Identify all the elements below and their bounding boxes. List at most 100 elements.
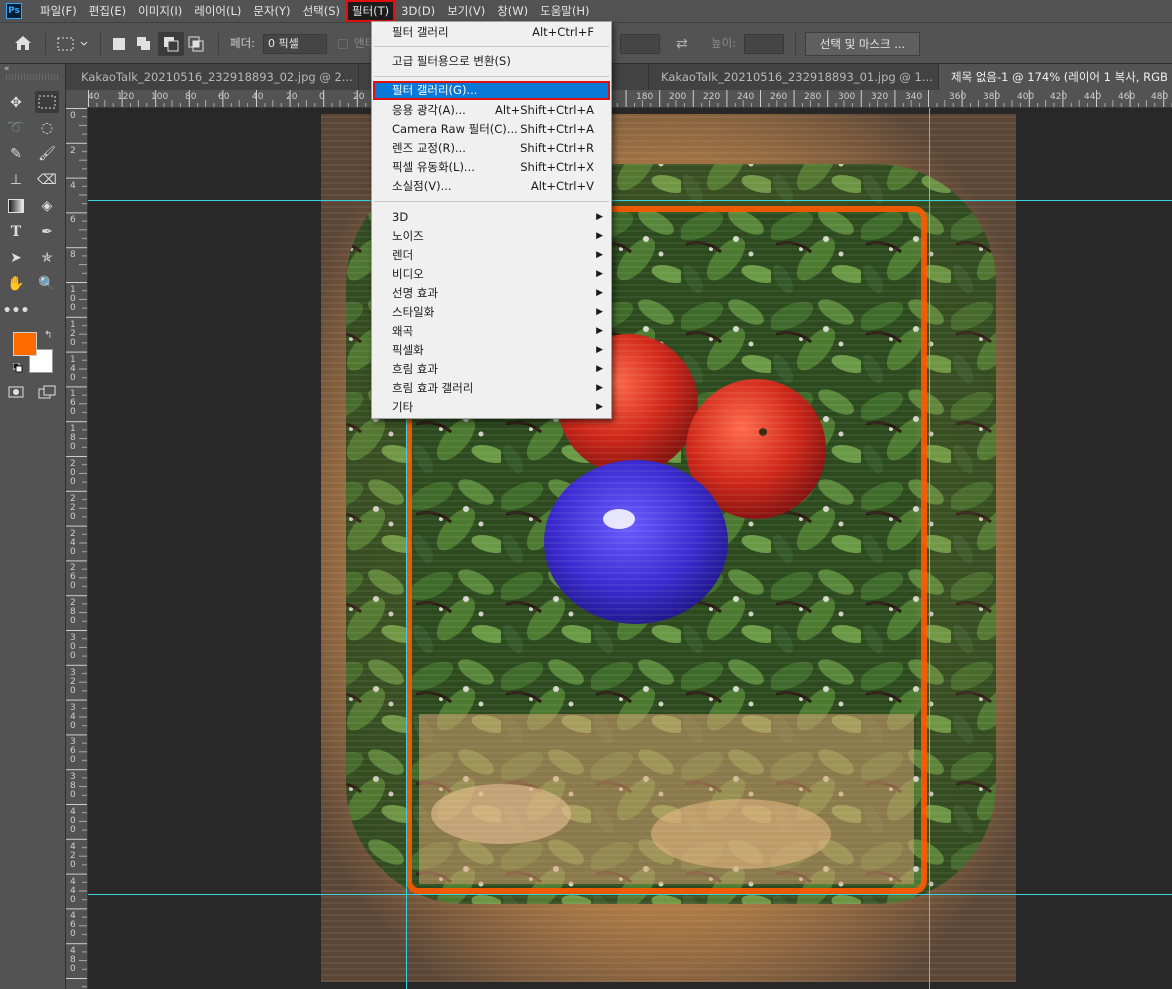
menu-item-convert-smart-filters[interactable]: 고급 필터용으로 변환(S): [373, 52, 610, 71]
ruler-label: 220: [703, 92, 721, 102]
tab-document-02[interactable]: KakaoTalk_20210516_232918893_02.jpg @ 2.…: [69, 64, 359, 90]
menu-item-adaptive-wide-angle[interactable]: 응용 광각(A)... Alt+Shift+Ctrl+A: [373, 101, 610, 120]
menu-item-filter-gallery[interactable]: 필터 갤러리(G)...: [373, 81, 610, 100]
ruler-label: 2 8 0: [70, 598, 76, 627]
menu-3d[interactable]: 3D(D): [395, 0, 441, 22]
menu-item-lens-correction[interactable]: 렌즈 교정(R)... Shift+Ctrl+R: [373, 139, 610, 158]
zoom-tool-icon[interactable]: 🔍: [35, 273, 59, 295]
menu-filter[interactable]: 필터(T): [346, 0, 396, 22]
menu-item-vanishing-point[interactable]: 소실점(V)... Alt+Ctrl+V: [373, 177, 610, 196]
menu-item-label: 스타일화: [392, 305, 435, 319]
menu-item-render[interactable]: 렌더 ▶: [373, 246, 610, 265]
menu-item-label: 노이즈: [392, 229, 424, 243]
menu-item-3d[interactable]: 3D ▶: [373, 208, 610, 227]
menu-item-pixelate[interactable]: 픽셀화 ▶: [373, 341, 610, 360]
hand-tool-icon[interactable]: ✋: [4, 273, 28, 295]
default-colors-icon[interactable]: [12, 362, 23, 373]
new-selection-icon[interactable]: [113, 38, 125, 50]
move-tool-icon[interactable]: ✥: [4, 92, 28, 114]
foreground-color-swatch[interactable]: [13, 332, 37, 356]
collapse-panel-icon[interactable]: «: [4, 64, 10, 74]
menu-item-label: 흐림 효과: [392, 362, 438, 376]
menu-item-other[interactable]: 기타 ▶: [373, 398, 610, 417]
ruler-label: 3 8 0: [70, 772, 76, 801]
menu-image[interactable]: 이미지(I): [132, 0, 188, 22]
menu-item-distort[interactable]: 왜곡 ▶: [373, 322, 610, 341]
menu-item-filter-gallery-last[interactable]: 필터 갤러리 Alt+Ctrl+F: [373, 23, 610, 42]
antialias-checkbox[interactable]: [338, 39, 348, 49]
guide-line[interactable]: [929, 108, 930, 989]
add-to-selection-icon[interactable]: [136, 36, 152, 52]
height-input[interactable]: [744, 34, 784, 54]
menu-type[interactable]: 문자(Y): [247, 0, 296, 22]
guide-line[interactable]: [88, 200, 1172, 201]
ruler-label: 2 4 0: [70, 528, 76, 557]
menu-item-shortcut: Alt+Ctrl+V: [530, 179, 594, 193]
submenu-arrow-icon: ▶: [596, 231, 603, 241]
ruler-label: 200: [669, 92, 687, 102]
ruler-label: 2 2 0: [70, 493, 76, 522]
menu-layer[interactable]: 레이어(L): [188, 0, 247, 22]
subtract-from-selection-icon[interactable]: [158, 32, 184, 56]
canvas-area[interactable]: [88, 108, 1172, 989]
quick-selection-tool-icon[interactable]: ◌: [35, 117, 59, 139]
home-icon[interactable]: [12, 33, 34, 53]
more-tools-icon[interactable]: •••: [3, 300, 30, 322]
submenu-arrow-icon: ▶: [596, 212, 603, 222]
eraser-tool-icon[interactable]: ⌫: [35, 169, 59, 191]
submenu-arrow-icon: ▶: [596, 345, 603, 355]
menu-item-label: 픽셀 유동화(L)...: [392, 160, 475, 174]
menu-item-blur[interactable]: 흐림 효과 ▶: [373, 360, 610, 379]
swap-colors-icon[interactable]: ↰: [44, 330, 52, 341]
menu-item-liquify[interactable]: 픽셀 유동화(L)... Shift+Ctrl+X: [373, 158, 610, 177]
screen-mode-icon[interactable]: [35, 381, 59, 403]
quick-mask-icon[interactable]: [4, 381, 28, 403]
menu-item-sharpen[interactable]: 선명 효과 ▶: [373, 284, 610, 303]
rectangular-marquee-tool-icon[interactable]: [35, 91, 59, 113]
feather-label: 페더:: [230, 36, 256, 50]
menu-select[interactable]: 선택(S): [297, 0, 346, 22]
shape-tool-icon[interactable]: ✯: [35, 247, 59, 269]
ruler-label: 1 6 0: [70, 389, 76, 418]
panel-grip[interactable]: [6, 74, 60, 80]
tab-label: KakaoTalk_20210516_232918893_02.jpg @ 2.…: [81, 70, 353, 84]
menu-file[interactable]: 파일(F): [34, 0, 83, 22]
tab-untitled-1[interactable]: 제목 없음-1 @ 174% (레이어 1 복사, RGB: [939, 64, 1172, 90]
submenu-arrow-icon: ▶: [596, 250, 603, 260]
horizontal-ruler: 40 120 100 80 60 40 20 0 20 40 180 200 2…: [88, 90, 1172, 108]
swap-dimensions-icon[interactable]: ⇄: [676, 36, 694, 52]
menu-item-stylize[interactable]: 스타일화 ▶: [373, 303, 610, 322]
menu-help[interactable]: 도움말(H): [534, 0, 595, 22]
menu-item-noise[interactable]: 노이즈 ▶: [373, 227, 610, 246]
eyedropper-tool-icon[interactable]: ✎: [4, 143, 28, 165]
menu-edit[interactable]: 편집(E): [83, 0, 132, 22]
stamp-tool-icon[interactable]: ⊥: [4, 169, 28, 191]
guide-line[interactable]: [88, 894, 1172, 895]
type-tool-icon[interactable]: T: [4, 221, 28, 243]
ruler-label: 460: [1118, 92, 1136, 102]
menu-view[interactable]: 보기(V): [441, 0, 491, 22]
intersect-selection-icon[interactable]: [188, 36, 206, 52]
menu-item-camera-raw[interactable]: Camera Raw 필터(C)... Shift+Ctrl+A: [373, 120, 610, 139]
width-input[interactable]: [620, 34, 660, 54]
path-selection-tool-icon[interactable]: ➤: [4, 247, 28, 269]
menu-item-video[interactable]: 비디오 ▶: [373, 265, 610, 284]
ruler-label: 380: [983, 92, 1001, 102]
pen-tool-icon[interactable]: ✒: [35, 221, 59, 243]
brush-tool-icon[interactable]: 🖌: [35, 143, 59, 165]
menu-window[interactable]: 창(W): [491, 0, 534, 22]
submenu-arrow-icon: ▶: [596, 383, 603, 393]
ruler-label: 320: [871, 92, 889, 102]
ruler-label: 2: [70, 145, 76, 156]
paint-bucket-tool-icon[interactable]: ◈: [35, 195, 59, 217]
ruler-label: 1 4 0: [70, 354, 76, 383]
feather-input[interactable]: 0 픽셀: [263, 34, 327, 54]
lasso-tool-icon[interactable]: ➰: [4, 117, 28, 139]
tab-document-01[interactable]: KakaoTalk_20210516_232918893_01.jpg @ 1.…: [649, 64, 939, 90]
menu-item-blur-gallery[interactable]: 흐림 효과 갤러리 ▶: [373, 379, 610, 398]
menu-item-shortcut: Shift+Ctrl+A: [520, 122, 594, 136]
select-and-mask-button[interactable]: 선택 및 마스크 ...: [805, 32, 920, 56]
gradient-tool-icon[interactable]: [4, 195, 28, 217]
ruler-label: 420: [1050, 92, 1068, 102]
marquee-tool-preset-icon[interactable]: [56, 35, 92, 53]
